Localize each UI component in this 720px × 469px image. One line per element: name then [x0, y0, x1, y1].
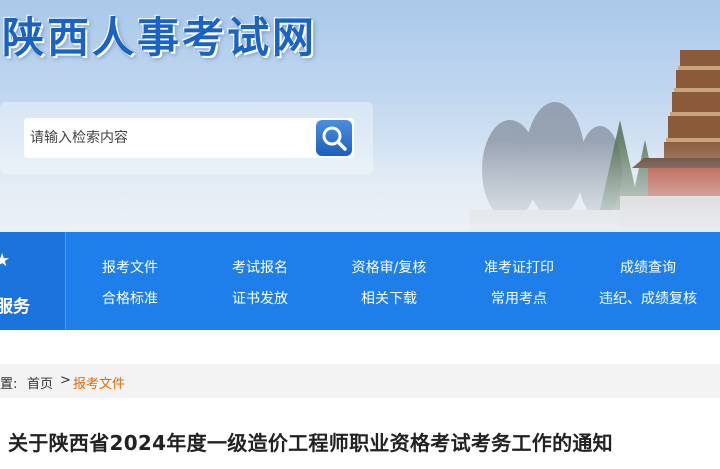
- nav-link-violation-review[interactable]: 违纪、成绩复核: [599, 288, 697, 308]
- star-icon: ★: [0, 250, 11, 271]
- nav-link-exam-sites[interactable]: 常用考点: [491, 288, 547, 308]
- search-input[interactable]: [24, 118, 314, 158]
- nav-link-exam-registration[interactable]: 考试报名: [232, 257, 288, 277]
- search-icon: [322, 126, 347, 151]
- site-title: 陕西人事考试网: [2, 13, 318, 62]
- nav-side-panel: ★ 服务: [0, 232, 66, 330]
- nav-link-downloads[interactable]: 相关下载: [361, 288, 417, 308]
- nav-link-admission-ticket[interactable]: 准考证打印: [484, 257, 554, 277]
- nav-link-qualification-review[interactable]: 资格审/复核: [352, 257, 427, 277]
- header-banner: 陕西人事考试网: [0, 0, 720, 232]
- breadcrumb-current[interactable]: 报考文件: [73, 373, 125, 392]
- breadcrumb-prefix: 置:: [0, 377, 18, 392]
- breadcrumb-separator: >: [60, 373, 71, 388]
- nav-link-certificate-issuance[interactable]: 证书发放: [232, 288, 288, 308]
- search-button[interactable]: [314, 118, 354, 158]
- nav-side-label: 服务: [0, 297, 30, 317]
- nav-link-score-query[interactable]: 成绩查询: [620, 257, 676, 277]
- breadcrumb-home[interactable]: 首页: [27, 373, 53, 392]
- article-title: 关于陕西省2024年度一级造价工程师职业资格考试考务工作的通知: [8, 431, 613, 455]
- nav-link-passing-standard[interactable]: 合格标准: [102, 288, 158, 308]
- search-button-background: [316, 120, 352, 156]
- main-nav: [0, 232, 720, 330]
- nav-link-exam-documents[interactable]: 报考文件: [102, 257, 158, 277]
